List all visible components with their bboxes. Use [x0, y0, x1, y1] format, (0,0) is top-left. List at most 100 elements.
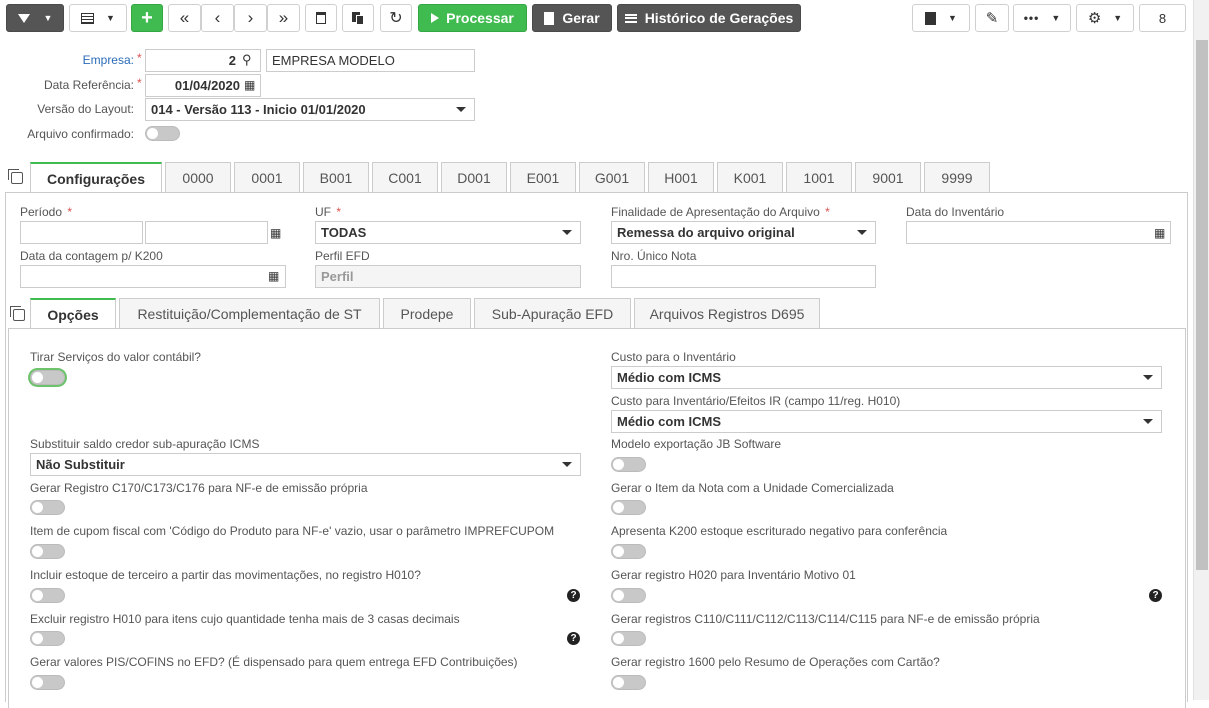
item-unit-toggle[interactable]: [611, 500, 646, 515]
calendar-icon[interactable]: ▦: [270, 226, 281, 240]
history-button[interactable]: Histórico de Gerações: [617, 4, 801, 32]
tab-E001[interactable]: E001: [510, 162, 576, 192]
tab-configuracoes[interactable]: Configurações: [30, 162, 162, 193]
vertical-scrollbar[interactable]: [1193, 0, 1209, 700]
tab-G001[interactable]: G001: [579, 162, 645, 192]
tab-arquivos-d695[interactable]: Arquivos Registros D695: [634, 298, 820, 328]
help-icon[interactable]: ?: [567, 589, 580, 602]
tab-sub-apuracao[interactable]: Sub-Apuração EFD: [474, 298, 631, 328]
record-count: 8: [1139, 4, 1186, 32]
calendar-icon[interactable]: ▦: [268, 269, 279, 283]
h020-label: Gerar registro H020 para Inventário Moti…: [611, 568, 856, 582]
tab-K001[interactable]: K001: [717, 162, 783, 192]
refresh-icon: ↻: [389, 10, 403, 27]
h020-toggle[interactable]: [611, 588, 646, 603]
invoice-label: Nro. Único Nota: [611, 249, 697, 263]
help-icon[interactable]: ?: [567, 632, 580, 645]
inventory-ir-label: Custo para Inventário/Efeitos IR (campo …: [611, 394, 901, 408]
duplicate-icon[interactable]: [10, 306, 25, 321]
refresh-button[interactable]: ↻: [380, 4, 412, 32]
first-record-button[interactable]: «: [168, 4, 201, 32]
chevron-down-icon: ▼: [1113, 13, 1123, 23]
tab-0001[interactable]: 0001: [234, 162, 300, 192]
r1600-label: Gerar registro 1600 pelo Resumo de Opera…: [611, 655, 940, 669]
inventory-cost-label: Custo para o Inventário: [611, 350, 736, 364]
layout-label: Versão do Layout:: [37, 102, 134, 116]
settings-button[interactable]: ⚙ ▼: [1076, 4, 1134, 32]
invoice-input[interactable]: [611, 265, 876, 288]
tab-H001[interactable]: H001: [648, 162, 714, 192]
inventory-cost-select[interactable]: Médio com ICMS: [611, 366, 1162, 389]
calendar-icon[interactable]: ▦: [1154, 226, 1165, 240]
next-record-button[interactable]: ›: [234, 4, 267, 32]
pis-cofins-toggle[interactable]: [30, 675, 65, 690]
coupon-label: Item de cupom fiscal com 'Código do Prod…: [30, 524, 555, 538]
k200-negative-toggle[interactable]: [611, 544, 646, 559]
export-model-label: Modelo exportação JB Software: [611, 437, 782, 451]
replace-balance-select[interactable]: Não Substituir: [30, 453, 581, 476]
chevron-down-icon: [857, 230, 867, 235]
tab-9999[interactable]: 9999: [924, 162, 990, 192]
third-party-toggle[interactable]: [30, 588, 65, 603]
period-end-input[interactable]: [145, 221, 268, 244]
add-button[interactable]: +: [131, 4, 163, 32]
period-start-input[interactable]: [20, 221, 143, 244]
search-icon[interactable]: ⚲: [242, 52, 252, 68]
more-actions-button[interactable]: ••• ▼: [1013, 4, 1071, 32]
previous-record-button[interactable]: ‹: [201, 4, 234, 32]
trash-icon: [316, 12, 326, 24]
inventory-date-input[interactable]: [906, 221, 1171, 244]
export-model-toggle[interactable]: [611, 457, 646, 472]
c170-label: Gerar Registro C170/C173/C176 para NF-e …: [30, 481, 368, 495]
tab-D001[interactable]: D001: [441, 162, 507, 192]
count-date-input[interactable]: [20, 265, 286, 288]
chevron-down-icon: [1143, 375, 1153, 380]
chevron-down-icon: ▼: [1051, 13, 1061, 23]
uf-select[interactable]: TODAS: [315, 221, 581, 244]
tab-B001[interactable]: B001: [303, 162, 369, 192]
play-icon: [431, 13, 440, 23]
copy-button[interactable]: [342, 4, 374, 32]
calendar-icon[interactable]: ▦: [244, 78, 255, 92]
tab-9001[interactable]: 9001: [855, 162, 921, 192]
tab-restituicao[interactable]: Restituição/Complementação de ST: [119, 298, 380, 328]
tab-opcoes[interactable]: Opções: [30, 298, 116, 329]
list-icon: [624, 13, 637, 23]
required-marker: *: [137, 51, 142, 65]
filter-button[interactable]: ▼: [6, 4, 64, 32]
chevron-down-icon: [562, 462, 572, 467]
confirmed-label: Arquivo confirmado:: [27, 127, 134, 141]
delete-button[interactable]: [305, 4, 337, 32]
remove-services-toggle[interactable]: [30, 370, 65, 385]
purpose-select[interactable]: Remessa do arquivo original: [611, 221, 876, 244]
help-icon[interactable]: ?: [1149, 589, 1162, 602]
exclude-h010-label: Excluir registro H010 para itens cujo qu…: [30, 612, 460, 626]
layout-select[interactable]: 014 - Versão 113 - Inicio 01/01/2020: [145, 98, 475, 121]
exclude-h010-toggle[interactable]: [30, 631, 65, 646]
r1600-toggle[interactable]: [611, 675, 646, 690]
file-icon: [544, 11, 555, 25]
confirmed-toggle[interactable]: [145, 126, 180, 141]
generate-label: Gerar: [562, 10, 600, 26]
inventory-ir-select[interactable]: Médio com ICMS: [611, 410, 1162, 433]
generate-button[interactable]: Gerar: [532, 4, 612, 32]
tab-prodepe[interactable]: Prodepe: [383, 298, 471, 328]
tab-1001[interactable]: 1001: [786, 162, 852, 192]
attachment-button[interactable]: ✎: [975, 4, 1009, 32]
process-button[interactable]: Processar: [418, 4, 527, 32]
tab-0000[interactable]: 0000: [165, 162, 231, 192]
chevron-right-icon: ›: [247, 8, 254, 27]
last-record-button[interactable]: »: [267, 4, 300, 32]
company-label: Empresa:: [82, 53, 134, 67]
c170-toggle[interactable]: [30, 500, 65, 515]
coupon-toggle[interactable]: [30, 544, 65, 559]
gear-icon: ⚙: [1087, 10, 1102, 27]
duplicate-icon[interactable]: [8, 169, 23, 184]
c110-toggle[interactable]: [611, 631, 646, 646]
grid-view-button[interactable]: ▼: [69, 4, 127, 32]
report-button[interactable]: ▼: [912, 4, 970, 32]
k200-negative-label: Apresenta K200 estoque escriturado negat…: [611, 524, 948, 538]
table-icon: [81, 12, 95, 24]
ref-date-label: Data Referência:: [43, 78, 134, 92]
tab-C001[interactable]: C001: [372, 162, 438, 192]
